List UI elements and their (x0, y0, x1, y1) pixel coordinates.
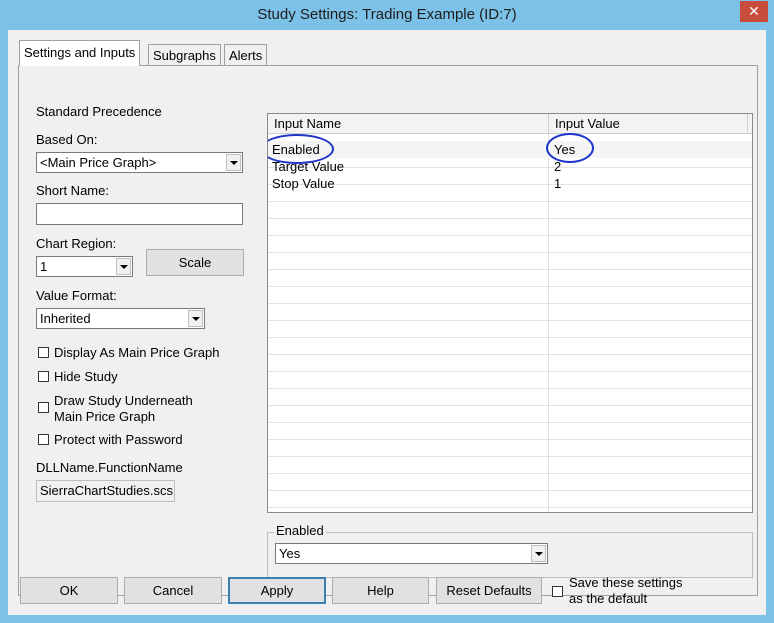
dll-function-name-field[interactable]: SierraChartStudies.scs (36, 480, 175, 502)
dll-function-name-label: DLLName.FunctionName (36, 460, 183, 475)
save-as-default-checkbox[interactable] (552, 586, 563, 597)
reset-defaults-button[interactable]: Reset Defaults (436, 577, 542, 604)
help-button[interactable]: Help (332, 577, 429, 604)
based-on-combo[interactable]: <Main Price Graph> (36, 152, 243, 173)
ok-button[interactable]: OK (20, 577, 118, 604)
cancel-button[interactable]: Cancel (124, 577, 222, 604)
display-as-main-price-graph-label: Display As Main Price Graph (54, 345, 220, 360)
inputs-grid: Input Name Input Value Enabled Yes Targe… (267, 113, 753, 513)
short-name-input[interactable] (36, 203, 243, 225)
draw-study-underneath-label: Draw Study Underneath (54, 393, 193, 408)
close-button[interactable]: ✕ (740, 1, 768, 22)
apply-button[interactable]: Apply (228, 577, 326, 604)
chevron-down-icon[interactable] (188, 310, 203, 327)
column-header-input-name[interactable]: Input Name (268, 114, 549, 133)
save-as-default-label-line2: as the default (569, 591, 648, 606)
short-name-label: Short Name: (36, 183, 109, 198)
value-format-value: Inherited (40, 311, 91, 326)
title-bar[interactable]: Study Settings: Trading Example (ID:7) ✕ (0, 0, 774, 30)
draw-study-underneath-checkbox[interactable] (38, 402, 49, 413)
tab-subgraphs[interactable]: Subgraphs (148, 44, 221, 66)
table-row[interactable]: Target Value 2 (268, 158, 752, 175)
enabled-group-label: Enabled (274, 523, 326, 538)
tab-settings-and-inputs[interactable]: Settings and Inputs (19, 40, 141, 66)
settings-tab-panel: Standard Precedence Based On: <Main Pric… (18, 65, 758, 596)
value-format-label: Value Format: (36, 288, 117, 303)
scale-button[interactable]: Scale (146, 249, 244, 276)
input-name-cell: Target Value (272, 159, 345, 174)
display-as-main-price-graph-checkbox[interactable] (38, 347, 49, 358)
grid-header: Input Name Input Value (268, 114, 752, 134)
input-value-cell: Yes (554, 142, 576, 157)
based-on-value: <Main Price Graph> (40, 155, 157, 170)
chevron-down-icon[interactable] (226, 154, 241, 171)
input-value-cell: 1 (554, 176, 562, 191)
chart-region-value: 1 (40, 259, 48, 274)
hide-study-checkbox[interactable] (38, 371, 49, 382)
study-settings-window: Study Settings: Trading Example (ID:7) ✕… (0, 0, 774, 623)
protect-with-password-label: Protect with Password (54, 432, 183, 447)
table-row[interactable]: Stop Value 1 (268, 175, 752, 192)
input-name-cell: Stop Value (272, 176, 335, 191)
protect-with-password-checkbox[interactable] (38, 434, 49, 445)
tab-alerts[interactable]: Alerts (224, 44, 268, 66)
enabled-value: Yes (279, 546, 301, 561)
chevron-down-icon[interactable] (116, 258, 131, 275)
input-name-cell: Enabled (272, 142, 320, 157)
dialog-client-area: Settings and Inputs Subgraphs Alerts Sta… (8, 30, 766, 615)
save-as-default-label: Save these settings (569, 575, 683, 590)
based-on-label: Based On: (36, 132, 98, 147)
chevron-down-icon[interactable] (531, 545, 546, 562)
window-title: Study Settings: Trading Example (ID:7) (257, 6, 517, 23)
close-icon: ✕ (748, 3, 760, 19)
hide-study-label: Hide Study (54, 369, 118, 384)
standard-precedence-label: Standard Precedence (36, 104, 162, 119)
chart-region-label: Chart Region: (36, 236, 117, 251)
column-header-input-value[interactable]: Input Value (549, 114, 748, 133)
value-format-combo[interactable]: Inherited (36, 308, 205, 329)
input-value-cell: 2 (554, 159, 562, 174)
table-row[interactable]: Enabled Yes (268, 141, 752, 158)
draw-study-underneath-label-line2: Main Price Graph (54, 409, 156, 424)
enabled-value-combo[interactable]: Yes (275, 543, 548, 564)
chart-region-combo[interactable]: 1 (36, 256, 133, 277)
